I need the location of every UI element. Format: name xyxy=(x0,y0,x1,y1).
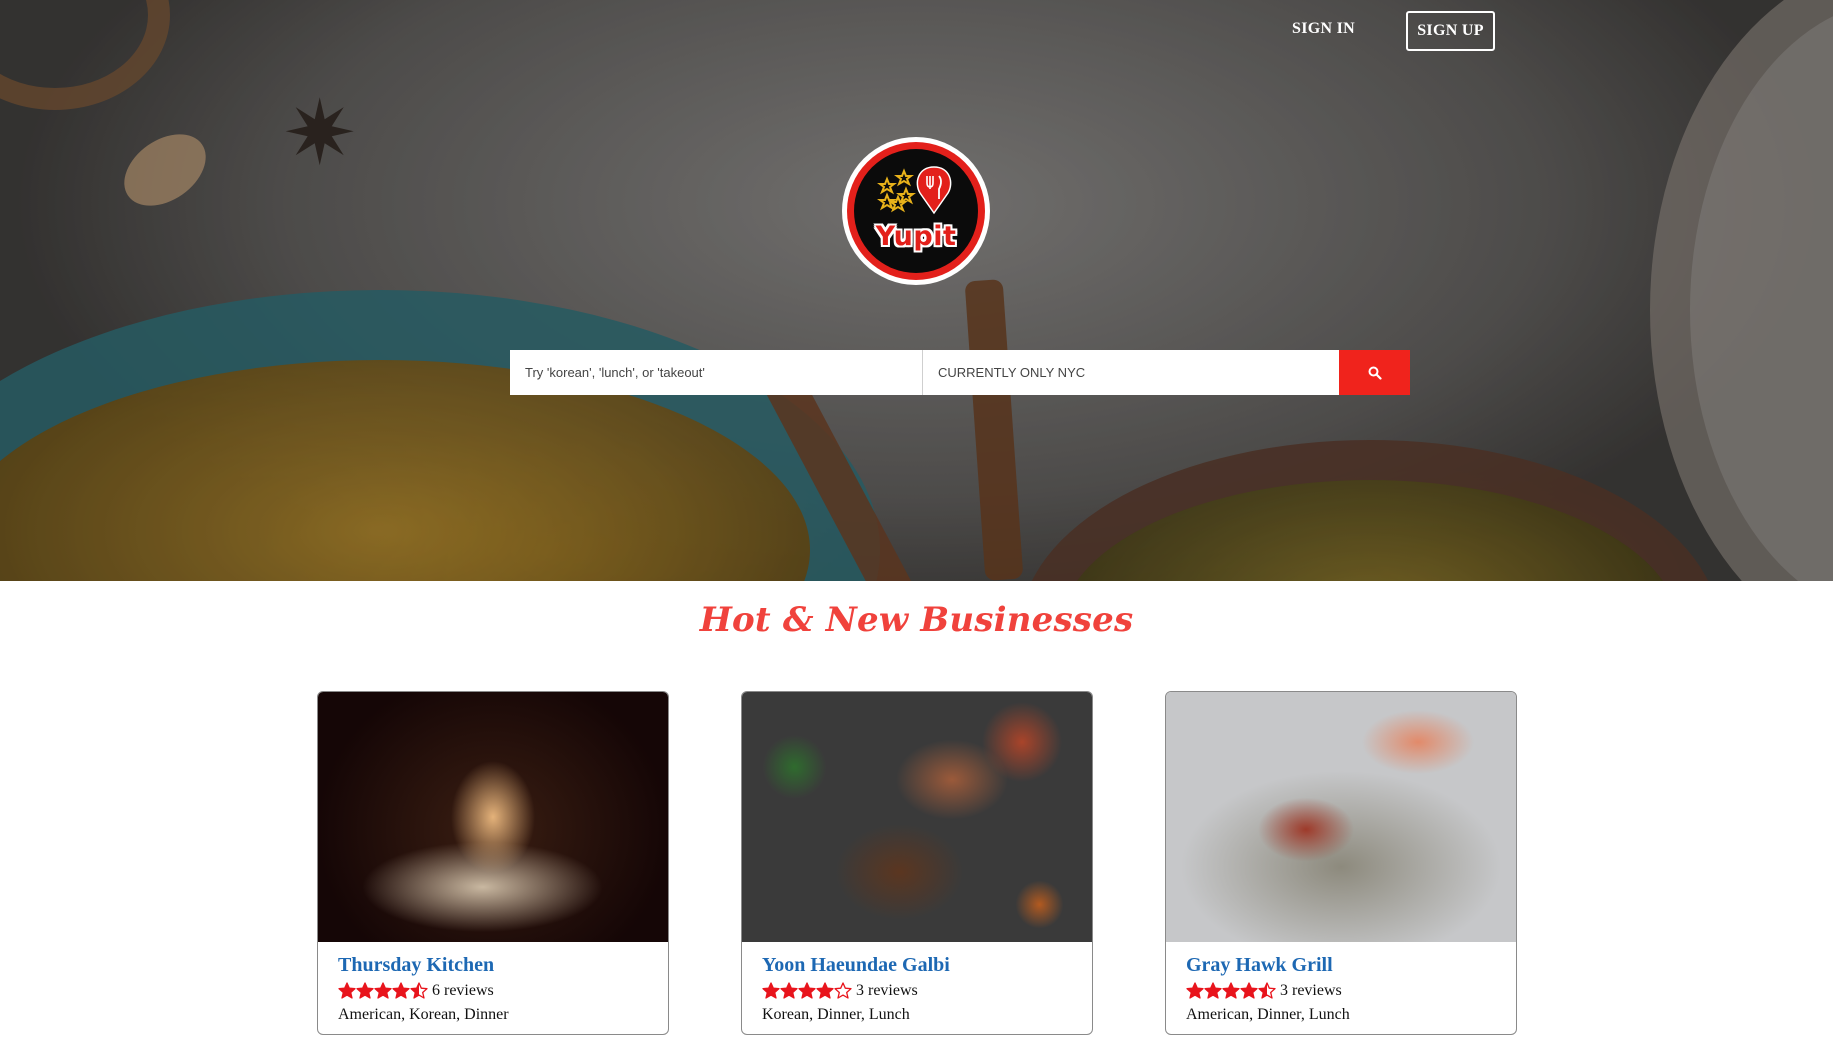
star-full-icon xyxy=(816,982,834,999)
star-full-icon xyxy=(356,982,374,999)
star-full-icon xyxy=(1204,982,1222,999)
review-count: 3 reviews xyxy=(856,982,918,999)
star-full-icon xyxy=(1222,982,1240,999)
review-count: 6 reviews xyxy=(432,982,494,999)
star-full-icon xyxy=(338,982,356,999)
star-rating xyxy=(338,982,428,1000)
search-icon xyxy=(1368,366,1382,380)
logo-ring: Yupit xyxy=(847,142,985,280)
logo-core: Yupit xyxy=(854,149,978,273)
star-full-icon xyxy=(392,982,410,999)
business-name[interactable]: Thursday Kitchen xyxy=(338,953,648,977)
location-input[interactable] xyxy=(923,350,1339,395)
sign-in-link[interactable]: SIGN IN xyxy=(1282,14,1365,44)
yupit-logo-icon xyxy=(877,166,952,215)
business-rating: 3 reviews xyxy=(762,980,1072,1002)
sign-up-button[interactable]: SIGN UP xyxy=(1406,11,1495,51)
business-name[interactable]: Yoon Haeundae Galbi xyxy=(762,953,1072,977)
logo-wordmark: Yupit xyxy=(875,221,957,252)
star-rating xyxy=(762,982,852,1000)
review-count: 3 reviews xyxy=(1280,982,1342,999)
search-input[interactable] xyxy=(510,350,923,395)
business-categories: American, Korean, Dinner xyxy=(338,1006,509,1023)
yupit-logo[interactable]: Yupit xyxy=(842,137,990,285)
hero-banner: ✷ SIGN IN SIGN UP Yupit Try 'korean', 'l… xyxy=(0,0,1833,581)
business-card[interactable]: Yoon Haeundae Galbi 3 reviews Korean, Di… xyxy=(741,691,1093,1035)
star-full-icon xyxy=(1240,982,1258,999)
business-card[interactable]: Gray Hawk Grill 3 reviews American, Dinn… xyxy=(1165,691,1517,1035)
business-rating: 6 reviews xyxy=(338,980,648,1002)
star-full-icon xyxy=(374,982,392,999)
business-categories: American, Dinner, Lunch xyxy=(1186,1006,1350,1023)
business-photo[interactable] xyxy=(1166,692,1516,942)
star-full-icon xyxy=(780,982,798,999)
search-bar xyxy=(510,350,1410,395)
search-button[interactable] xyxy=(1339,350,1410,395)
star-half-icon xyxy=(410,982,428,999)
section-title: Hot & New Businesses xyxy=(699,600,1134,640)
star-full-icon xyxy=(762,982,780,999)
business-rating: 3 reviews xyxy=(1186,980,1496,1002)
hero-overlay xyxy=(0,0,1833,581)
business-photo[interactable] xyxy=(318,692,668,942)
business-card[interactable]: Thursday Kitchen 6 reviews American, Kor… xyxy=(317,691,669,1035)
star-full-icon xyxy=(798,982,816,999)
star-empty-icon xyxy=(834,982,852,999)
star-rating xyxy=(1186,982,1276,1000)
business-name[interactable]: Gray Hawk Grill xyxy=(1186,953,1496,977)
business-categories: Korean, Dinner, Lunch xyxy=(762,1006,910,1023)
star-full-icon xyxy=(1186,982,1204,999)
star-half-icon xyxy=(1258,982,1276,999)
business-photo[interactable] xyxy=(742,692,1092,942)
